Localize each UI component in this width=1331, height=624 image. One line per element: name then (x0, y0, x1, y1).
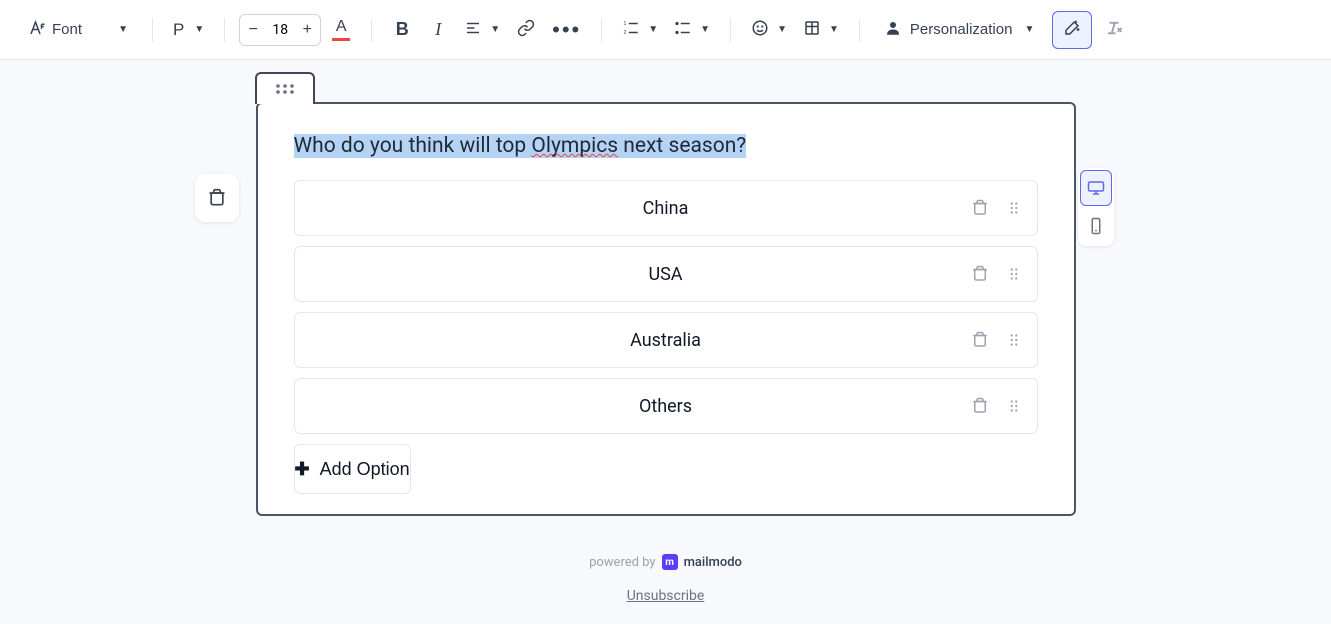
separator (730, 18, 731, 42)
poll-question[interactable]: Who do you think will top Olympics next … (294, 134, 747, 158)
chevron-down-icon: ▼ (118, 24, 128, 35)
footer: powered by m mailmodo Unsubscribe (0, 554, 1331, 604)
chevron-down-icon: ▼ (700, 24, 710, 35)
ordered-list-dropdown[interactable]: 12 ▼ (616, 14, 664, 46)
unordered-list-dropdown[interactable]: ▼ (668, 14, 716, 46)
svg-text:2: 2 (624, 30, 627, 36)
option-label: China (643, 198, 689, 219)
canvas: Who do you think will top Olympics next … (0, 60, 1331, 624)
poll-block: Who do you think will top Olympics next … (256, 102, 1076, 516)
font-label: Font (52, 21, 82, 38)
align-dropdown[interactable]: ▼ (458, 14, 506, 46)
font-size-stepper: − 18 + (239, 14, 321, 46)
emoji-dropdown[interactable]: ▼ (745, 14, 793, 46)
add-option-button[interactable]: ✚ Add Option (294, 444, 411, 494)
plus-icon: ✚ (295, 459, 310, 480)
drag-option-handle[interactable] (1003, 197, 1025, 219)
drag-option-handle[interactable] (1003, 395, 1025, 417)
poll-option[interactable]: USA (294, 246, 1038, 302)
font-icon (28, 19, 46, 40)
chevron-down-icon: ▼ (777, 24, 787, 35)
paragraph-label: P (173, 20, 184, 40)
separator (371, 18, 372, 42)
svg-text:1: 1 (624, 21, 627, 27)
table-icon (803, 19, 821, 40)
drag-option-handle[interactable] (1003, 263, 1025, 285)
drag-option-handle[interactable] (1003, 329, 1025, 351)
emoji-icon (751, 19, 769, 40)
block-drag-handle[interactable] (255, 72, 315, 104)
font-size-decrement[interactable]: − (240, 15, 266, 45)
font-color-icon: A (332, 18, 350, 41)
clear-formatting-icon (1105, 19, 1123, 40)
separator (601, 18, 602, 42)
chevron-down-icon: ▼ (648, 24, 658, 35)
italic-button[interactable]: I (422, 14, 454, 46)
unsubscribe-link[interactable]: Unsubscribe (0, 588, 1331, 604)
font-size-value: 18 (266, 22, 294, 38)
more-icon: ••• (552, 24, 581, 35)
separator (224, 18, 225, 42)
delete-option-button[interactable] (969, 395, 991, 417)
paragraph-dropdown[interactable]: P ▼ (167, 14, 210, 46)
more-button[interactable]: ••• (546, 14, 587, 46)
poll-option[interactable]: China (294, 180, 1038, 236)
align-icon (464, 19, 482, 40)
bold-button[interactable]: B (386, 14, 418, 46)
personalization-label: Personalization (910, 21, 1013, 38)
delete-option-button[interactable] (969, 329, 991, 351)
brand-logo-icon: m (662, 554, 678, 570)
delete-option-button[interactable] (969, 197, 991, 219)
person-icon (884, 19, 902, 40)
chevron-down-icon: ▼ (490, 24, 500, 35)
delete-option-button[interactable] (969, 263, 991, 285)
magic-button[interactable] (1052, 11, 1092, 49)
ordered-list-icon: 12 (622, 19, 640, 40)
poll-option[interactable]: Others (294, 378, 1038, 434)
separator (859, 18, 860, 42)
link-icon (517, 19, 535, 40)
table-dropdown[interactable]: ▼ (797, 14, 845, 46)
powered-by-label: powered by (589, 555, 656, 570)
font-color-button[interactable]: A (325, 14, 357, 46)
option-label: Others (639, 396, 692, 417)
chevron-down-icon: ▼ (194, 24, 204, 35)
add-option-label: Add Option (320, 459, 410, 480)
desktop-view-button[interactable] (1080, 170, 1112, 206)
chevron-down-icon: ▼ (829, 24, 839, 35)
option-label: USA (648, 264, 682, 285)
chevron-down-icon: ▼ (1024, 24, 1034, 35)
unordered-list-icon (674, 19, 692, 40)
clear-formatting-button[interactable] (1094, 14, 1134, 46)
device-switcher (1078, 168, 1114, 246)
toolbar: Font ▼ P ▼ − 18 + A B I ▼ (0, 0, 1331, 60)
magic-wand-icon (1063, 19, 1081, 40)
mobile-view-button[interactable] (1080, 208, 1112, 244)
separator (152, 18, 153, 42)
link-button[interactable] (510, 14, 542, 46)
brand-name: mailmodo (684, 555, 742, 570)
personalization-dropdown[interactable]: Personalization ▼ (874, 14, 1044, 46)
font-size-increment[interactable]: + (294, 15, 320, 45)
delete-block-button[interactable] (195, 174, 239, 222)
poll-option[interactable]: Australia (294, 312, 1038, 368)
option-label: Australia (630, 330, 701, 351)
font-dropdown[interactable]: Font ▼ (18, 14, 138, 46)
